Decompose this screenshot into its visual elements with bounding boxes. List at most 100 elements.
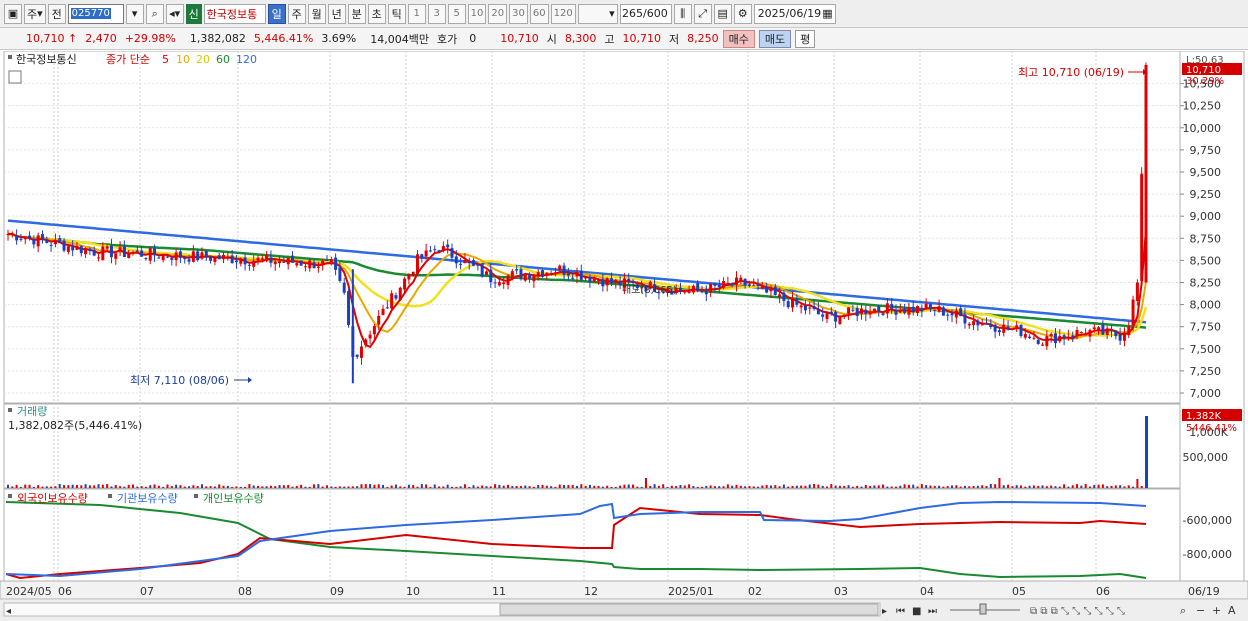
candle-body bbox=[1015, 325, 1019, 327]
code-dropdown-icon[interactable]: ▾ bbox=[125, 3, 144, 24]
holding-y-tick: -800,000 bbox=[1183, 548, 1232, 561]
stop-icon[interactable]: ■ bbox=[912, 606, 921, 617]
mid-annotation: 매도(8,065) bbox=[622, 284, 677, 296]
first-page-icon[interactable]: ⏮ bbox=[896, 606, 905, 617]
volume-bar bbox=[830, 484, 833, 488]
volume-bar bbox=[769, 485, 772, 488]
volume-bar bbox=[468, 486, 471, 488]
search-icon[interactable]: ⌕ bbox=[145, 3, 164, 24]
volume-bar bbox=[1136, 479, 1139, 488]
volume-bar bbox=[1106, 486, 1109, 488]
bar-count-input[interactable]: 265/600 bbox=[619, 3, 672, 24]
period-month-button[interactable]: 월 bbox=[307, 3, 326, 24]
interval-1-button[interactable]: 1 bbox=[407, 3, 426, 24]
candle-body bbox=[747, 284, 751, 287]
gear-icon[interactable]: ⚙ bbox=[733, 3, 752, 24]
volume-bar bbox=[838, 485, 841, 488]
volume-bar bbox=[278, 485, 281, 488]
volume-bar bbox=[614, 486, 617, 488]
candle-body bbox=[541, 270, 545, 277]
candle-body bbox=[247, 264, 251, 266]
volume-bar bbox=[679, 485, 682, 488]
price-change-pct: +29.98% bbox=[124, 32, 176, 45]
interval-120-button[interactable]: 120 bbox=[550, 3, 576, 24]
volume-bar bbox=[317, 484, 320, 488]
candle-body bbox=[803, 305, 807, 311]
candle-body bbox=[1028, 336, 1032, 339]
minus-icon[interactable]: − bbox=[1196, 604, 1205, 617]
candle-body bbox=[273, 261, 277, 265]
stock-chart[interactable]: 10,50010,25010,0009,7509,5009,2509,0008,… bbox=[0, 51, 1248, 621]
chart-type-select[interactable]: 주 ▾ bbox=[24, 3, 46, 24]
legend-ma-60: 60 bbox=[216, 53, 230, 66]
interval-10-button[interactable]: 10 bbox=[467, 3, 487, 24]
candle-body bbox=[493, 282, 497, 284]
candle-body bbox=[131, 252, 135, 254]
volume-bar bbox=[886, 486, 889, 488]
volume-bar bbox=[407, 484, 410, 488]
average-button[interactable]: 평 bbox=[795, 29, 816, 48]
period-tick-button[interactable]: 틱 bbox=[387, 3, 406, 24]
candle-body bbox=[812, 306, 816, 310]
speaker-icon[interactable]: ◂▾ bbox=[165, 3, 184, 24]
x-tick-label: 11 bbox=[492, 585, 506, 598]
candle-body bbox=[1053, 333, 1057, 344]
interval-custom-select[interactable]: ▾ bbox=[577, 3, 618, 24]
period-second-button[interactable]: 초 bbox=[367, 3, 386, 24]
candle-body bbox=[381, 308, 385, 315]
volume-bar bbox=[563, 484, 566, 488]
candle-body bbox=[303, 266, 307, 268]
buy-button[interactable]: 매수 bbox=[722, 29, 755, 48]
plus-icon[interactable]: + bbox=[1212, 604, 1221, 617]
period-year-button[interactable]: 년 bbox=[327, 3, 346, 24]
calculator-icon[interactable] bbox=[8, 70, 22, 84]
sell-button[interactable]: 매도 bbox=[758, 29, 792, 48]
prev-button[interactable]: 전 bbox=[47, 3, 66, 24]
candle-body bbox=[476, 264, 480, 266]
scrollbar-thumb[interactable] bbox=[499, 603, 879, 616]
volume-bar bbox=[1076, 484, 1079, 488]
stock-name-field[interactable]: 한국정보통 bbox=[203, 3, 266, 24]
calendar-icon[interactable]: ▦ bbox=[822, 7, 832, 20]
layout-icons[interactable]: ⧉ ⧉ ⧉ ⤡ ⤡ ⤡ ⤡ ⤡ ⤡ bbox=[1030, 606, 1125, 617]
candle-body bbox=[45, 239, 49, 243]
zoom-icon[interactable]: ⌕ bbox=[1180, 604, 1186, 617]
period-week-button[interactable]: 주 bbox=[287, 3, 306, 24]
scroll-left-icon[interactable]: ◂ bbox=[6, 606, 11, 617]
scroll-right-icon[interactable]: ▸ bbox=[882, 606, 887, 617]
candle-body bbox=[148, 248, 152, 261]
interval-5-button[interactable]: 5 bbox=[447, 3, 466, 24]
candle-body bbox=[760, 286, 764, 289]
date-input[interactable]: 2025/06/19 ▦ bbox=[753, 3, 836, 24]
candle-body bbox=[196, 251, 200, 261]
interval-60-button[interactable]: 60 bbox=[529, 3, 549, 24]
window-icon[interactable]: ▣ bbox=[4, 3, 22, 24]
volume-bar bbox=[231, 486, 234, 488]
candle-type-icon[interactable]: ⫼ bbox=[673, 3, 692, 24]
volume-bar bbox=[1145, 416, 1148, 488]
zoom-slider-handle[interactable] bbox=[979, 603, 987, 615]
interval-20-button[interactable]: 20 bbox=[488, 3, 508, 24]
candle-body bbox=[316, 266, 320, 268]
x-tick-label: 2024/05 bbox=[6, 585, 52, 598]
candle-body bbox=[885, 303, 889, 314]
candle-body bbox=[907, 307, 911, 315]
period-minute-button[interactable]: 분 bbox=[347, 3, 366, 24]
volume-bar bbox=[705, 485, 708, 488]
volume-bar bbox=[80, 485, 83, 488]
volume-bar bbox=[920, 484, 923, 488]
volume-bar bbox=[550, 486, 553, 488]
candle-body bbox=[911, 306, 915, 313]
period-day-button[interactable]: 일 bbox=[267, 3, 286, 24]
font-size-icon[interactable]: A bbox=[1228, 604, 1236, 617]
volume-pct-tag: 5446.41% bbox=[1186, 423, 1237, 434]
interval-30-button[interactable]: 30 bbox=[509, 3, 528, 24]
stock-code-input[interactable]: 025770 bbox=[67, 3, 124, 24]
compare-icon[interactable]: ⤢ bbox=[693, 3, 712, 24]
save-icon[interactable]: ▤ bbox=[713, 3, 732, 24]
volume-bar bbox=[1002, 485, 1005, 488]
last-page-icon[interactable]: ⏭ bbox=[928, 606, 937, 617]
candle-body bbox=[144, 258, 148, 260]
candle-body bbox=[209, 256, 213, 261]
interval-3-button[interactable]: 3 bbox=[427, 3, 446, 24]
